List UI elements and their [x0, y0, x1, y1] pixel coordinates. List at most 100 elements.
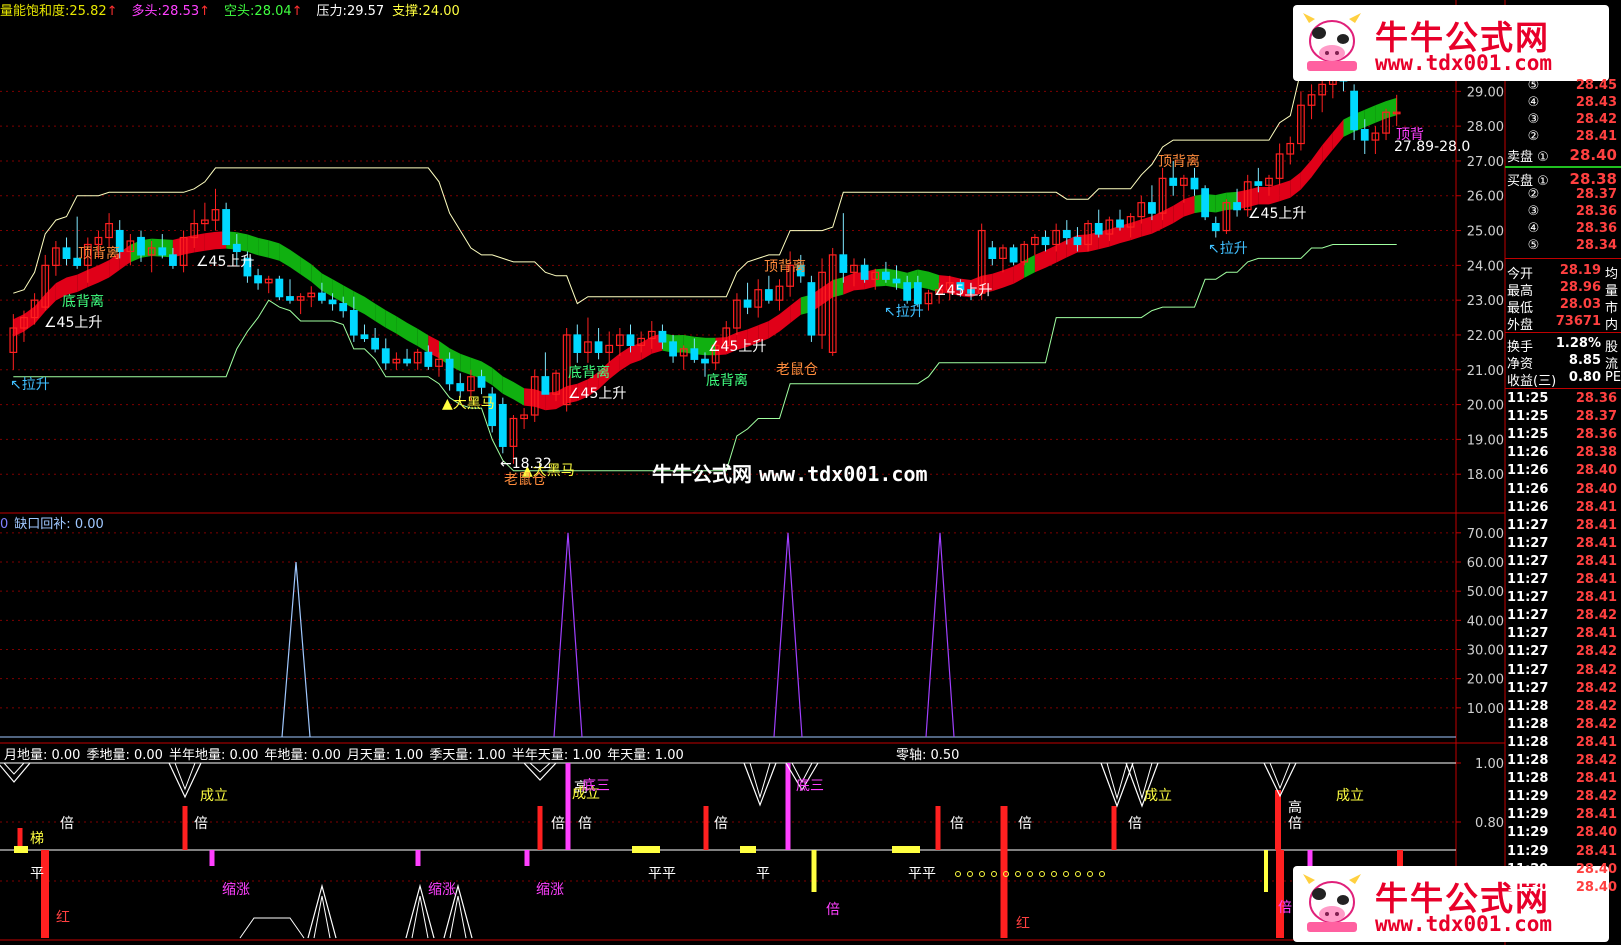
signal-v-mark: [168, 762, 202, 799]
signal-tick-label: 0.80: [1475, 816, 1504, 831]
chart-annotation: ∠45上升: [196, 254, 254, 270]
tick-time: 11:25: [1507, 427, 1549, 443]
signal-dot: [1075, 871, 1081, 877]
candle-body: [807, 282, 816, 336]
trend-ribbon-segment: [290, 249, 301, 275]
candle-body: [594, 341, 603, 353]
chart-annotation: ▲大黑马: [442, 396, 495, 412]
stat-val: 0.80: [1568, 370, 1601, 385]
trend-ribbon-segment: [1364, 105, 1376, 128]
tick-row: 11:27 28.41: [1505, 518, 1621, 535]
tick-time: 11:29: [1507, 789, 1549, 805]
stat-row: 换手 1.28% 股: [1505, 336, 1621, 355]
tick-row: 11:26 28.41: [1505, 500, 1621, 517]
tick-price: 28.40: [1575, 825, 1617, 841]
indicator-tick-label: 20.00: [1467, 673, 1504, 688]
indicator-tick-label: 10.00: [1467, 702, 1504, 717]
trend-ribbon-segment: [1173, 199, 1184, 224]
price-tick-label: 27.00: [1467, 155, 1504, 170]
tick-time: 11:27: [1507, 535, 1549, 551]
signal-label: 成立: [1336, 788, 1364, 804]
tick-row: 11:27 28.41: [1505, 626, 1621, 643]
signal-flat-block: [14, 846, 28, 853]
header-legend: 量能饱和度:25.82↑ 多头:28.53↑ 空头:28.04↑ 压力:29.57 支撑…: [0, 0, 460, 19]
signal-peak-mark: [307, 883, 337, 939]
tick-row: 11:27 28.42: [1505, 644, 1621, 661]
watermark-url: www.tdx001.com: [1375, 51, 1553, 75]
chart-annotation: 老鼠仓: [504, 472, 546, 488]
indicator-tick-label: 40.00: [1467, 614, 1504, 629]
signal-peak-mark-inner: [313, 895, 331, 939]
chart-annotation: 底背离: [568, 364, 610, 381]
candle-body: [328, 299, 337, 305]
candle-body: [1169, 177, 1178, 186]
chart-annotation: ↖拉升: [10, 377, 50, 393]
trend-ribbon-segment: [822, 280, 833, 305]
signal-label: 倍: [826, 902, 840, 918]
signal-dot: [1051, 871, 1057, 877]
tick-time: 11:27: [1507, 590, 1549, 606]
signal-dot: [1099, 871, 1105, 877]
tick-time: 11:29: [1507, 861, 1549, 877]
tick-price: 28.41: [1575, 626, 1617, 642]
tick-price: 28.42: [1575, 608, 1617, 624]
tick-row: 11:28 28.41: [1505, 771, 1621, 788]
tick-row: 11:27 28.42: [1505, 681, 1621, 698]
signal-bar: [1276, 850, 1284, 938]
tick-price: 28.42: [1575, 753, 1617, 768]
tick-price: 28.40: [1575, 463, 1617, 479]
candle-body: [1190, 177, 1199, 190]
quote-panel: ⑤ 28.45 ④ 28.43 ③ 28.42 ② 28.41 卖盘 ① 28.40 买盘 ①…: [1505, 78, 1621, 945]
quote-key: 卖盘 ①: [1507, 150, 1549, 165]
chart-annotation: 底背离: [706, 372, 748, 389]
trend-ribbon-segment: [768, 314, 780, 339]
tick-price: 28.41: [1575, 807, 1617, 823]
tick-row: 11:27 28.41: [1505, 590, 1621, 607]
quote-val: 28.36: [1575, 221, 1617, 236]
indicator-tick-label: 70.00: [1467, 527, 1504, 542]
tick-time: 11:26: [1507, 445, 1549, 461]
signal-label: 倍: [1288, 816, 1302, 832]
signal-v-mark-inner: [1106, 762, 1128, 800]
tick-row: 11:27 28.41: [1505, 572, 1621, 589]
tick-price: 28.41: [1575, 535, 1617, 551]
candle-body: [882, 271, 890, 280]
tick-time: 11:27: [1507, 553, 1549, 569]
tick-price: 28.42: [1575, 789, 1617, 805]
tick-row: 11:29 28.42: [1505, 789, 1621, 806]
signal-peak-mark-inner: [411, 895, 429, 939]
trend-ribbon-segment: [1109, 225, 1120, 247]
legend-bull-value: 28.53: [161, 4, 200, 19]
stat-val: 28.03: [1559, 297, 1601, 312]
signal-v-mark-inner: [1269, 762, 1291, 790]
signal-bar: [1111, 806, 1117, 850]
trend-ribbon-segment: [1247, 187, 1259, 208]
signal-v-mark-inner: [3, 762, 25, 775]
legend-support-value: 24.00: [422, 4, 460, 19]
chart-annotation: ∠45上升: [568, 386, 626, 402]
signal-peak-mark-inner: [449, 895, 467, 939]
center-watermark-url: www.tdx001.com: [758, 462, 928, 486]
quarter-high-vol: 季天量: 1.00: [429, 748, 506, 763]
trend-ribbon-segment: [1279, 180, 1291, 202]
candle-body: [169, 254, 177, 266]
trend-ribbon-segment: [1300, 159, 1312, 190]
trend-ribbon-segment: [556, 386, 567, 410]
stat-val: 73671: [1555, 314, 1601, 329]
trend-ribbon-segment: [417, 328, 429, 353]
price-tick-label: 21.00: [1467, 364, 1504, 379]
trend-ribbon-segment: [1290, 172, 1301, 198]
signal-label: 倍: [578, 816, 592, 832]
stat-val: 28.96: [1559, 280, 1601, 295]
signal-bar: [537, 806, 543, 850]
signal-label: 平平: [648, 866, 676, 882]
signal-dot: [967, 871, 973, 877]
quote-row: ④ 28.43: [1505, 95, 1621, 112]
signal-label: 平平: [908, 866, 936, 882]
price-tick-label: 25.00: [1467, 225, 1504, 240]
tick-time: 11:27: [1507, 608, 1549, 624]
trend-ribbon-segment: [790, 297, 801, 324]
signal-dot: [955, 871, 961, 877]
candle-body: [988, 247, 997, 259]
candle-body: [764, 289, 773, 301]
